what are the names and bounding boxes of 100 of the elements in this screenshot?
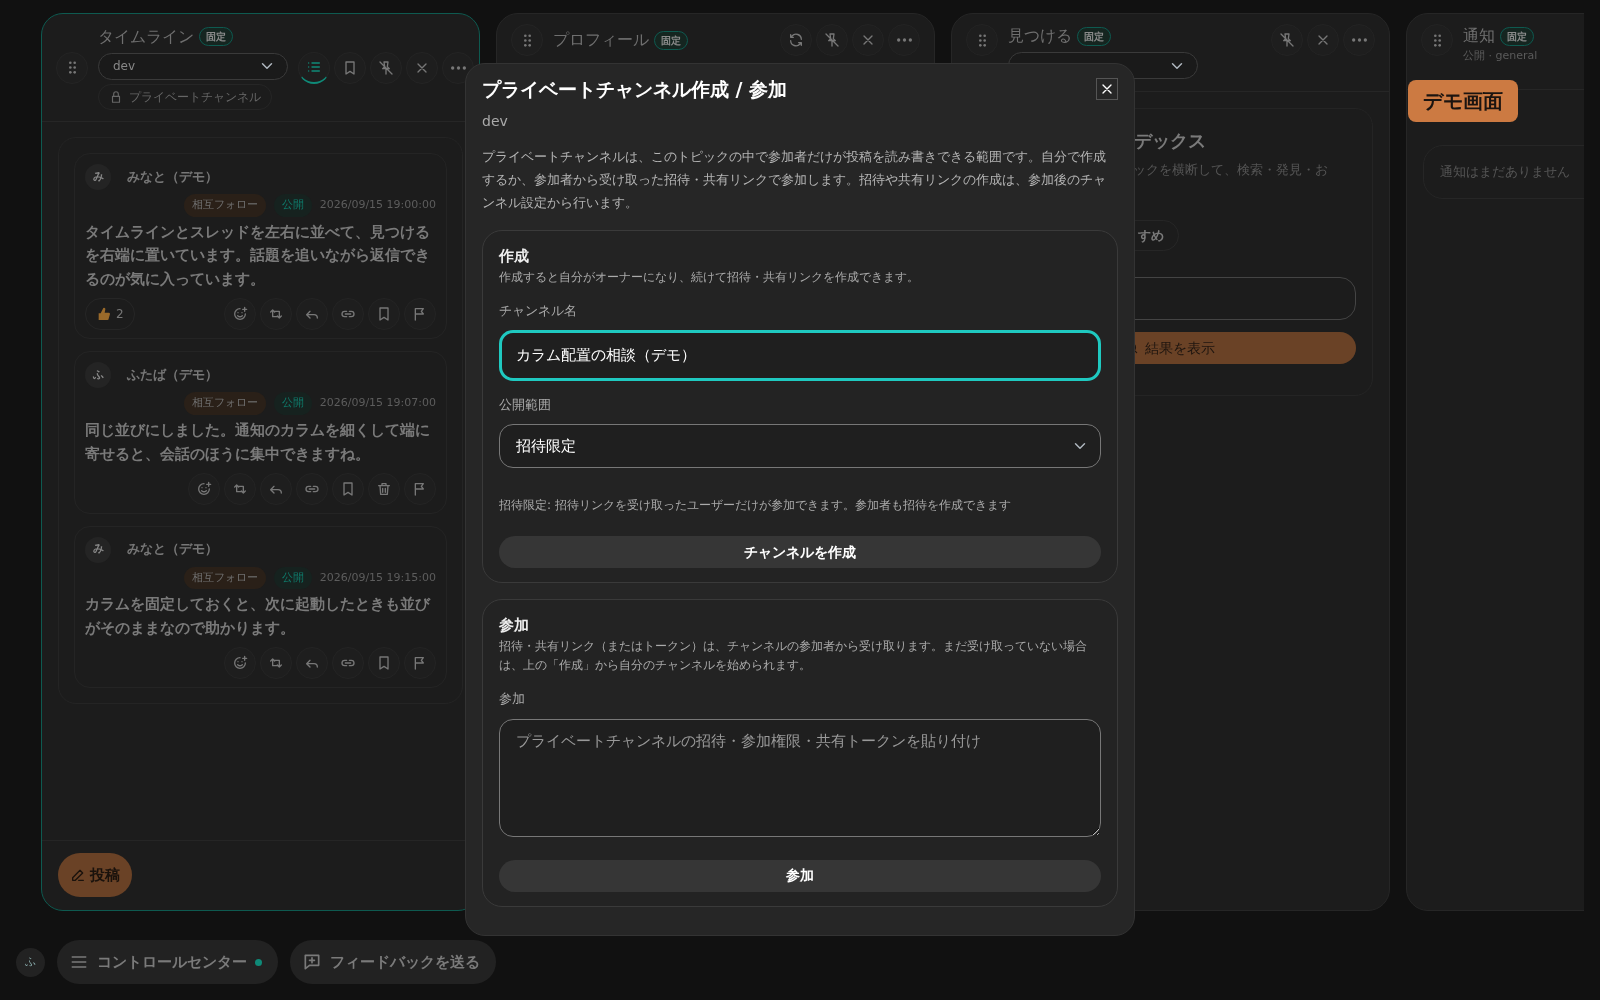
dialog-title: プライベートチャンネル作成 / 参加 <box>482 78 788 101</box>
submit-button[interactable]: チャンネルを作成 <box>499 536 1101 569</box>
drag-handle[interactable] <box>966 24 998 56</box>
drag-handle-icon <box>68 61 76 74</box>
react-button[interactable] <box>224 646 256 679</box>
drag-handle-icon <box>1433 33 1441 47</box>
link-button[interactable] <box>332 298 364 331</box>
avatar: み <box>85 164 111 190</box>
more-icon <box>1351 38 1367 42</box>
field-label: 公開範囲 <box>499 395 552 414</box>
drag-handle[interactable] <box>56 51 88 84</box>
list-icon <box>306 59 322 75</box>
bookmark-button[interactable] <box>332 472 364 505</box>
post-time: 2026/09/15 19:15:00 <box>319 569 436 586</box>
thumbs-up-icon <box>96 306 112 323</box>
help-text: 招待限定: 招待リンクを受け取ったユーザーだけが参加できます。参加者も招待を作成できます <box>499 497 1012 515</box>
relation-tag: 相互フォロー <box>183 194 266 217</box>
post-text: 同じ並びにしました。通知のカラムを細くして端に寄せると、会話のほうに集中できますね。 <box>85 420 431 464</box>
react-button[interactable] <box>224 298 256 331</box>
list-view-button[interactable] <box>298 51 330 84</box>
visibility-tag: 公開 <box>273 194 312 217</box>
drag-handle-icon <box>978 33 986 47</box>
more-button[interactable] <box>1343 24 1375 56</box>
reply-button[interactable] <box>296 298 328 331</box>
control-center-button[interactable]: コントロールセンター <box>57 940 278 984</box>
relation-tag: 相互フォロー <box>183 566 266 590</box>
bookmark-button[interactable] <box>368 298 400 331</box>
crossed-pin-icon <box>1279 32 1295 48</box>
bookmark-icon <box>376 654 392 671</box>
unpin-button[interactable] <box>370 51 402 84</box>
link-button[interactable] <box>332 646 364 679</box>
reply-button[interactable] <box>260 472 292 505</box>
pencil-icon <box>70 867 86 883</box>
section-description: 招待・共有リンク（またはトークン）は、チャンネルの参加者から受け取ります。まだ受け取っていない場合は、上の「作成」から自分のチャンネルを始められます。 <box>499 637 1088 675</box>
reply-button[interactable] <box>296 646 328 679</box>
report-button[interactable] <box>404 472 436 505</box>
column-title: プロフィール <box>553 29 649 51</box>
pinned-badge: 固定 <box>199 27 233 46</box>
post-text: カラムを固定しておくと、次に起動したときも並びがそのままなので助かります。 <box>85 595 432 639</box>
unpin-button[interactable] <box>816 24 848 56</box>
crossed-pin-icon <box>378 59 394 76</box>
submit-button[interactable]: 参加 <box>499 859 1101 892</box>
drag-handle[interactable] <box>511 24 543 56</box>
crossed-pin-icon <box>824 32 840 48</box>
post-time: 2026/09/15 19:00:00 <box>319 197 436 213</box>
add-emoji-icon <box>232 654 248 671</box>
repost-button[interactable] <box>260 646 292 679</box>
section-title: 参加 <box>499 615 530 637</box>
token-field[interactable]: プライベートチャンネルの招待・参加権限・共有トークンを貼り付け <box>499 718 1101 837</box>
post-time: 2026/09/15 19:07:00 <box>319 395 436 412</box>
bookmark-icon <box>342 59 358 76</box>
field-label: 参加 <box>499 690 526 709</box>
pinned-badge: 固定 <box>1500 26 1534 46</box>
user-avatar[interactable]: ふ <box>16 947 45 977</box>
post-text: タイムラインとスレッドを左右に並べて、見つけるを右端に置いています。話題を追いながら返信できるのが気に入っています。 <box>85 222 431 290</box>
add-emoji-icon <box>232 306 248 323</box>
bookmark-button[interactable] <box>334 51 366 84</box>
drag-handle[interactable] <box>1421 24 1453 56</box>
channel-select[interactable]: dev <box>98 52 288 80</box>
trash-icon <box>376 480 392 497</box>
report-button[interactable] <box>404 298 436 331</box>
more-icon <box>450 65 466 70</box>
drag-handle-icon <box>523 33 531 47</box>
author-name[interactable]: みなと（デモ） <box>127 540 218 559</box>
refresh-button[interactable] <box>780 24 812 56</box>
more-icon <box>896 38 912 42</box>
react-button[interactable] <box>188 472 220 505</box>
unpin-button[interactable] <box>1271 24 1303 56</box>
pinned-badge: 固定 <box>654 30 688 50</box>
dialog-description: プライベートチャンネルは、このトピックの中で参加者だけが投稿を読み書きできる範囲です。自分で作成するか、参加者から受け取った招待・共有リンクで参加します。招待や共有リンクの作成は、参加後のチャンネル設定から行います。 <box>482 148 1107 212</box>
link-button[interactable] <box>296 472 328 505</box>
repost-button[interactable] <box>260 298 292 331</box>
bookmark-icon <box>376 306 392 323</box>
visibility-tag: 公開 <box>273 566 312 590</box>
section-title: 作成 <box>499 246 530 268</box>
bookmark-icon <box>340 480 356 497</box>
refresh-icon <box>788 32 804 48</box>
channel-name-field[interactable]: カラム配置の相談（デモ） <box>499 330 1101 381</box>
author-name[interactable]: みなと（デモ） <box>127 167 218 187</box>
compose-button[interactable]: 投稿 <box>58 853 132 897</box>
avatar: ふ <box>85 362 111 389</box>
feedback-button[interactable]: フィードバックを送る <box>290 940 496 984</box>
more-button[interactable] <box>888 24 920 56</box>
repost-button[interactable] <box>224 472 256 505</box>
visibility-select[interactable]: 招待限定 <box>499 424 1101 469</box>
report-button[interactable] <box>404 646 436 679</box>
more-button[interactable] <box>442 51 474 84</box>
dialog-subtitle: dev <box>482 112 509 131</box>
pinned-badge: 固定 <box>1077 26 1111 46</box>
chat-plus-icon <box>302 952 322 972</box>
column-title: 通知 <box>1463 25 1495 47</box>
relation-tag: 相互フォロー <box>183 392 266 415</box>
avatar: み <box>85 536 111 563</box>
delete-button[interactable] <box>368 472 400 505</box>
card-heading: デックス <box>1134 129 1207 153</box>
column-title: 見つける <box>1008 25 1072 47</box>
section-description: 作成すると自分がオーナーになり、続けて招待・共有リンクを作成できます。 <box>499 268 920 286</box>
close-button[interactable] <box>1096 78 1118 100</box>
author-name[interactable]: ふたば（デモ） <box>127 365 218 385</box>
bookmark-button[interactable] <box>368 646 400 679</box>
